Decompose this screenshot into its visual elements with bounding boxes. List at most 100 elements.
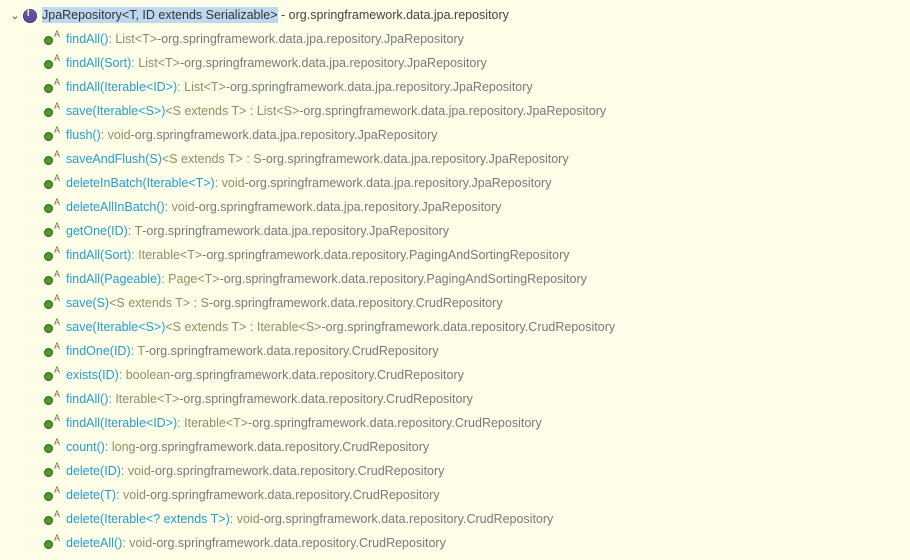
- method-public-icon: A: [44, 224, 62, 240]
- method-return: : void: [121, 465, 151, 479]
- method-return: : void: [122, 537, 152, 551]
- method-return: : List<T>: [131, 57, 180, 71]
- method-name: delete(Iterable<? extends T>): [66, 513, 230, 527]
- method-public-icon: A: [44, 464, 62, 480]
- interface-icon: [22, 8, 38, 24]
- method-row[interactable]: A findAll(Iterable<ID>) : List<T> - org.…: [8, 76, 902, 100]
- method-location: org.springframework.data.repository.Crud…: [149, 345, 438, 359]
- method-public-icon: A: [44, 488, 62, 504]
- method-row[interactable]: A delete(T) : void - org.springframework…: [8, 484, 902, 508]
- method-row[interactable]: A findAll() : List<T> - org.springframew…: [8, 28, 902, 52]
- method-return: : void: [101, 129, 131, 143]
- method-return: : void: [215, 177, 245, 191]
- class-header-row[interactable]: ⌄ JpaRepository<T, ID extends Serializab…: [8, 4, 902, 28]
- method-name: save(Iterable<S>): [66, 105, 165, 119]
- method-name: findAll(): [66, 393, 108, 407]
- method-name: findAll(Sort): [66, 57, 131, 71]
- method-location: org.springframework.data.jpa.repository.…: [230, 81, 533, 95]
- class-package: org.springframework.data.jpa.repository: [289, 8, 509, 22]
- method-return: : Iterable<T>: [108, 393, 179, 407]
- method-name: count(): [66, 441, 105, 455]
- method-row[interactable]: A findAll() : Iterable<T> - org.springfr…: [8, 388, 902, 412]
- class-fqn: JpaRepository<T, ID extends Serializable…: [42, 9, 509, 23]
- method-row[interactable]: A delete(ID) : void - org.springframewor…: [8, 460, 902, 484]
- method-name: findAll(Pageable): [66, 273, 161, 287]
- method-return: : Iterable<T>: [131, 249, 202, 263]
- method-row[interactable]: A deleteInBatch(Iterable<T>) : void - or…: [8, 172, 902, 196]
- method-row[interactable]: A flush() : void - org.springframework.d…: [8, 124, 902, 148]
- method-public-icon: A: [44, 512, 62, 528]
- method-public-icon: A: [44, 416, 62, 432]
- method-location: org.springframework.data.jpa.repository.…: [146, 225, 449, 239]
- method-row[interactable]: A findAll(Sort) : List<T> - org.springfr…: [8, 52, 902, 76]
- method-row[interactable]: A delete(Iterable<? extends T>) : void -…: [8, 508, 902, 532]
- method-location: org.springframework.data.repository.Crud…: [174, 369, 463, 383]
- method-row[interactable]: A save(Iterable<S>) <S extends T> : List…: [8, 100, 902, 124]
- method-name: exists(ID): [66, 369, 119, 383]
- method-name: getOne(ID): [66, 225, 128, 239]
- method-public-icon: A: [44, 344, 62, 360]
- method-location: org.springframework.data.repository.Crud…: [213, 297, 502, 311]
- method-public-icon: A: [44, 272, 62, 288]
- method-public-icon: A: [44, 200, 62, 216]
- method-name: findAll(Sort): [66, 249, 131, 263]
- class-name-highlight: JpaRepository<T, ID extends Serializable…: [42, 7, 278, 23]
- method-row[interactable]: A save(S) <S extends T> : S - org.spring…: [8, 292, 902, 316]
- method-location: org.springframework.data.jpa.repository.…: [266, 153, 569, 167]
- method-row[interactable]: A save(Iterable<S>) <S extends T> : Iter…: [8, 316, 902, 340]
- method-return: : List<T>: [177, 81, 226, 95]
- method-location: org.springframework.data.repository.Crud…: [252, 417, 541, 431]
- method-list: A findAll() : List<T> - org.springframew…: [8, 28, 902, 556]
- method-row[interactable]: A saveAndFlush(S) <S extends T> : S - or…: [8, 148, 902, 172]
- method-location: org.springframework.data.jpa.repository.…: [303, 105, 606, 119]
- method-location: org.springframework.data.repository.Crud…: [183, 393, 472, 407]
- method-location: org.springframework.data.jpa.repository.…: [135, 129, 438, 143]
- method-return: : T: [131, 345, 145, 359]
- method-return: <S extends T> : Iterable<S>: [165, 321, 321, 335]
- method-return: <S extends T> : S: [162, 153, 262, 167]
- method-return: : boolean: [119, 369, 170, 383]
- method-public-icon: A: [44, 392, 62, 408]
- method-location: org.springframework.data.repository.Pagi…: [206, 249, 569, 263]
- method-name: delete(T): [66, 489, 116, 503]
- method-public-icon: A: [44, 368, 62, 384]
- method-name: delete(ID): [66, 465, 121, 479]
- method-name: saveAndFlush(S): [66, 153, 162, 167]
- method-public-icon: A: [44, 296, 62, 312]
- method-row[interactable]: A deleteAllInBatch() : void - org.spring…: [8, 196, 902, 220]
- method-return: : void: [116, 489, 146, 503]
- method-row[interactable]: A exists(ID) : boolean - org.springframe…: [8, 364, 902, 388]
- method-location: org.springframework.data.repository.Crud…: [264, 513, 553, 527]
- method-row[interactable]: A getOne(ID) : T - org.springframework.d…: [8, 220, 902, 244]
- method-name: deleteAll(): [66, 537, 122, 551]
- method-name: save(Iterable<S>): [66, 321, 165, 335]
- method-name: flush(): [66, 129, 101, 143]
- method-row[interactable]: A findAll(Iterable<ID>) : Iterable<T> - …: [8, 412, 902, 436]
- method-return: <S extends T> : List<S>: [165, 105, 299, 119]
- method-location: org.springframework.data.repository.Crud…: [140, 441, 429, 455]
- method-public-icon: A: [44, 536, 62, 552]
- method-public-icon: A: [44, 56, 62, 72]
- method-row[interactable]: A count() : long - org.springframework.d…: [8, 436, 902, 460]
- method-row[interactable]: A findOne(ID) : T - org.springframework.…: [8, 340, 902, 364]
- method-location: org.springframework.data.repository.Crud…: [326, 321, 615, 335]
- method-location: org.springframework.data.repository.Crud…: [155, 465, 444, 479]
- method-location: org.springframework.data.repository.Pagi…: [224, 273, 587, 287]
- method-name: findAll(): [66, 33, 108, 47]
- method-name: findAll(Iterable<ID>): [66, 417, 177, 431]
- method-return: : List<T>: [108, 33, 157, 47]
- method-return: : long: [105, 441, 136, 455]
- method-row[interactable]: A findAll(Sort) : Iterable<T> - org.spri…: [8, 244, 902, 268]
- method-location: org.springframework.data.jpa.repository.…: [161, 33, 464, 47]
- method-row[interactable]: A deleteAll() : void - org.springframewo…: [8, 532, 902, 556]
- method-public-icon: A: [44, 152, 62, 168]
- method-return: : T: [128, 225, 142, 239]
- method-name: findAll(Iterable<ID>): [66, 81, 177, 95]
- method-location: org.springframework.data.jpa.repository.…: [184, 57, 487, 71]
- expand-arrow-icon[interactable]: ⌄: [8, 10, 22, 22]
- method-public-icon: A: [44, 248, 62, 264]
- method-return: <S extends T> : S: [109, 297, 209, 311]
- method-return: : void: [165, 201, 195, 215]
- method-row[interactable]: A findAll(Pageable) : Page<T> - org.spri…: [8, 268, 902, 292]
- method-public-icon: A: [44, 80, 62, 96]
